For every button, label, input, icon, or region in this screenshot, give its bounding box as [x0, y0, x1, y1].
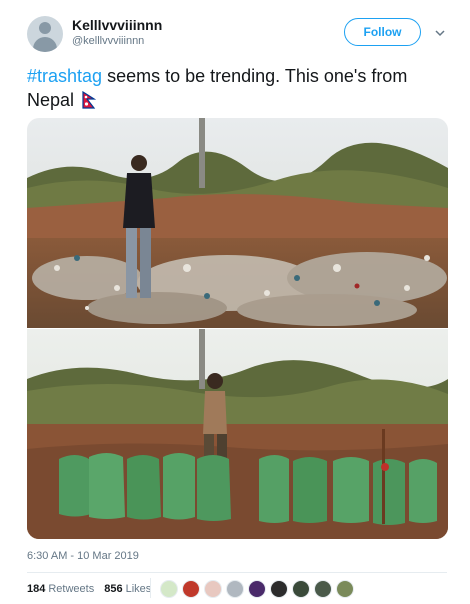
stats-separator	[150, 578, 151, 598]
chevron-down-icon[interactable]	[435, 28, 445, 38]
liker-avatar[interactable]	[336, 580, 354, 598]
divider	[27, 572, 447, 573]
liker-avatars	[160, 580, 358, 598]
user-name[interactable]: Kelllvvviiinnn	[72, 17, 162, 33]
liker-avatar[interactable]	[314, 580, 332, 598]
likes-label[interactable]: Likes	[126, 583, 152, 595]
tweet-header: Kelllvvviiinnn @kelllvvviiinnn Follow	[27, 14, 457, 54]
tweet-photo-before[interactable]	[27, 118, 448, 328]
cleaned-field-image	[27, 329, 448, 539]
liker-avatar[interactable]	[160, 580, 178, 598]
liker-avatar[interactable]	[248, 580, 266, 598]
liker-avatar[interactable]	[292, 580, 310, 598]
avatar-body	[33, 37, 57, 52]
retweets-count[interactable]: 184	[27, 583, 45, 595]
likes-count[interactable]: 856	[104, 583, 122, 595]
follow-button[interactable]: Follow	[344, 18, 421, 46]
nepal-flag-icon	[82, 91, 97, 109]
trash-field-image	[27, 118, 448, 328]
tweet-photo-after[interactable]	[27, 329, 448, 539]
liker-avatar[interactable]	[226, 580, 244, 598]
retweets-label[interactable]: Retweets	[48, 583, 94, 595]
tweet-text: #trashtag seems to be trending. This one…	[27, 64, 447, 112]
user-handle[interactable]: @kelllvvviiinnn	[72, 35, 144, 47]
tweet-timestamp[interactable]: 6:30 AM - 10 Mar 2019	[27, 550, 139, 562]
liker-avatar[interactable]	[270, 580, 288, 598]
avatar[interactable]	[27, 16, 63, 52]
tweet-stats: 184 Retweets 856 Likes	[27, 583, 151, 595]
liker-avatar[interactable]	[204, 580, 222, 598]
liker-avatar[interactable]	[182, 580, 200, 598]
hashtag-link[interactable]: #trashtag	[27, 66, 102, 86]
avatar-head	[39, 22, 51, 34]
